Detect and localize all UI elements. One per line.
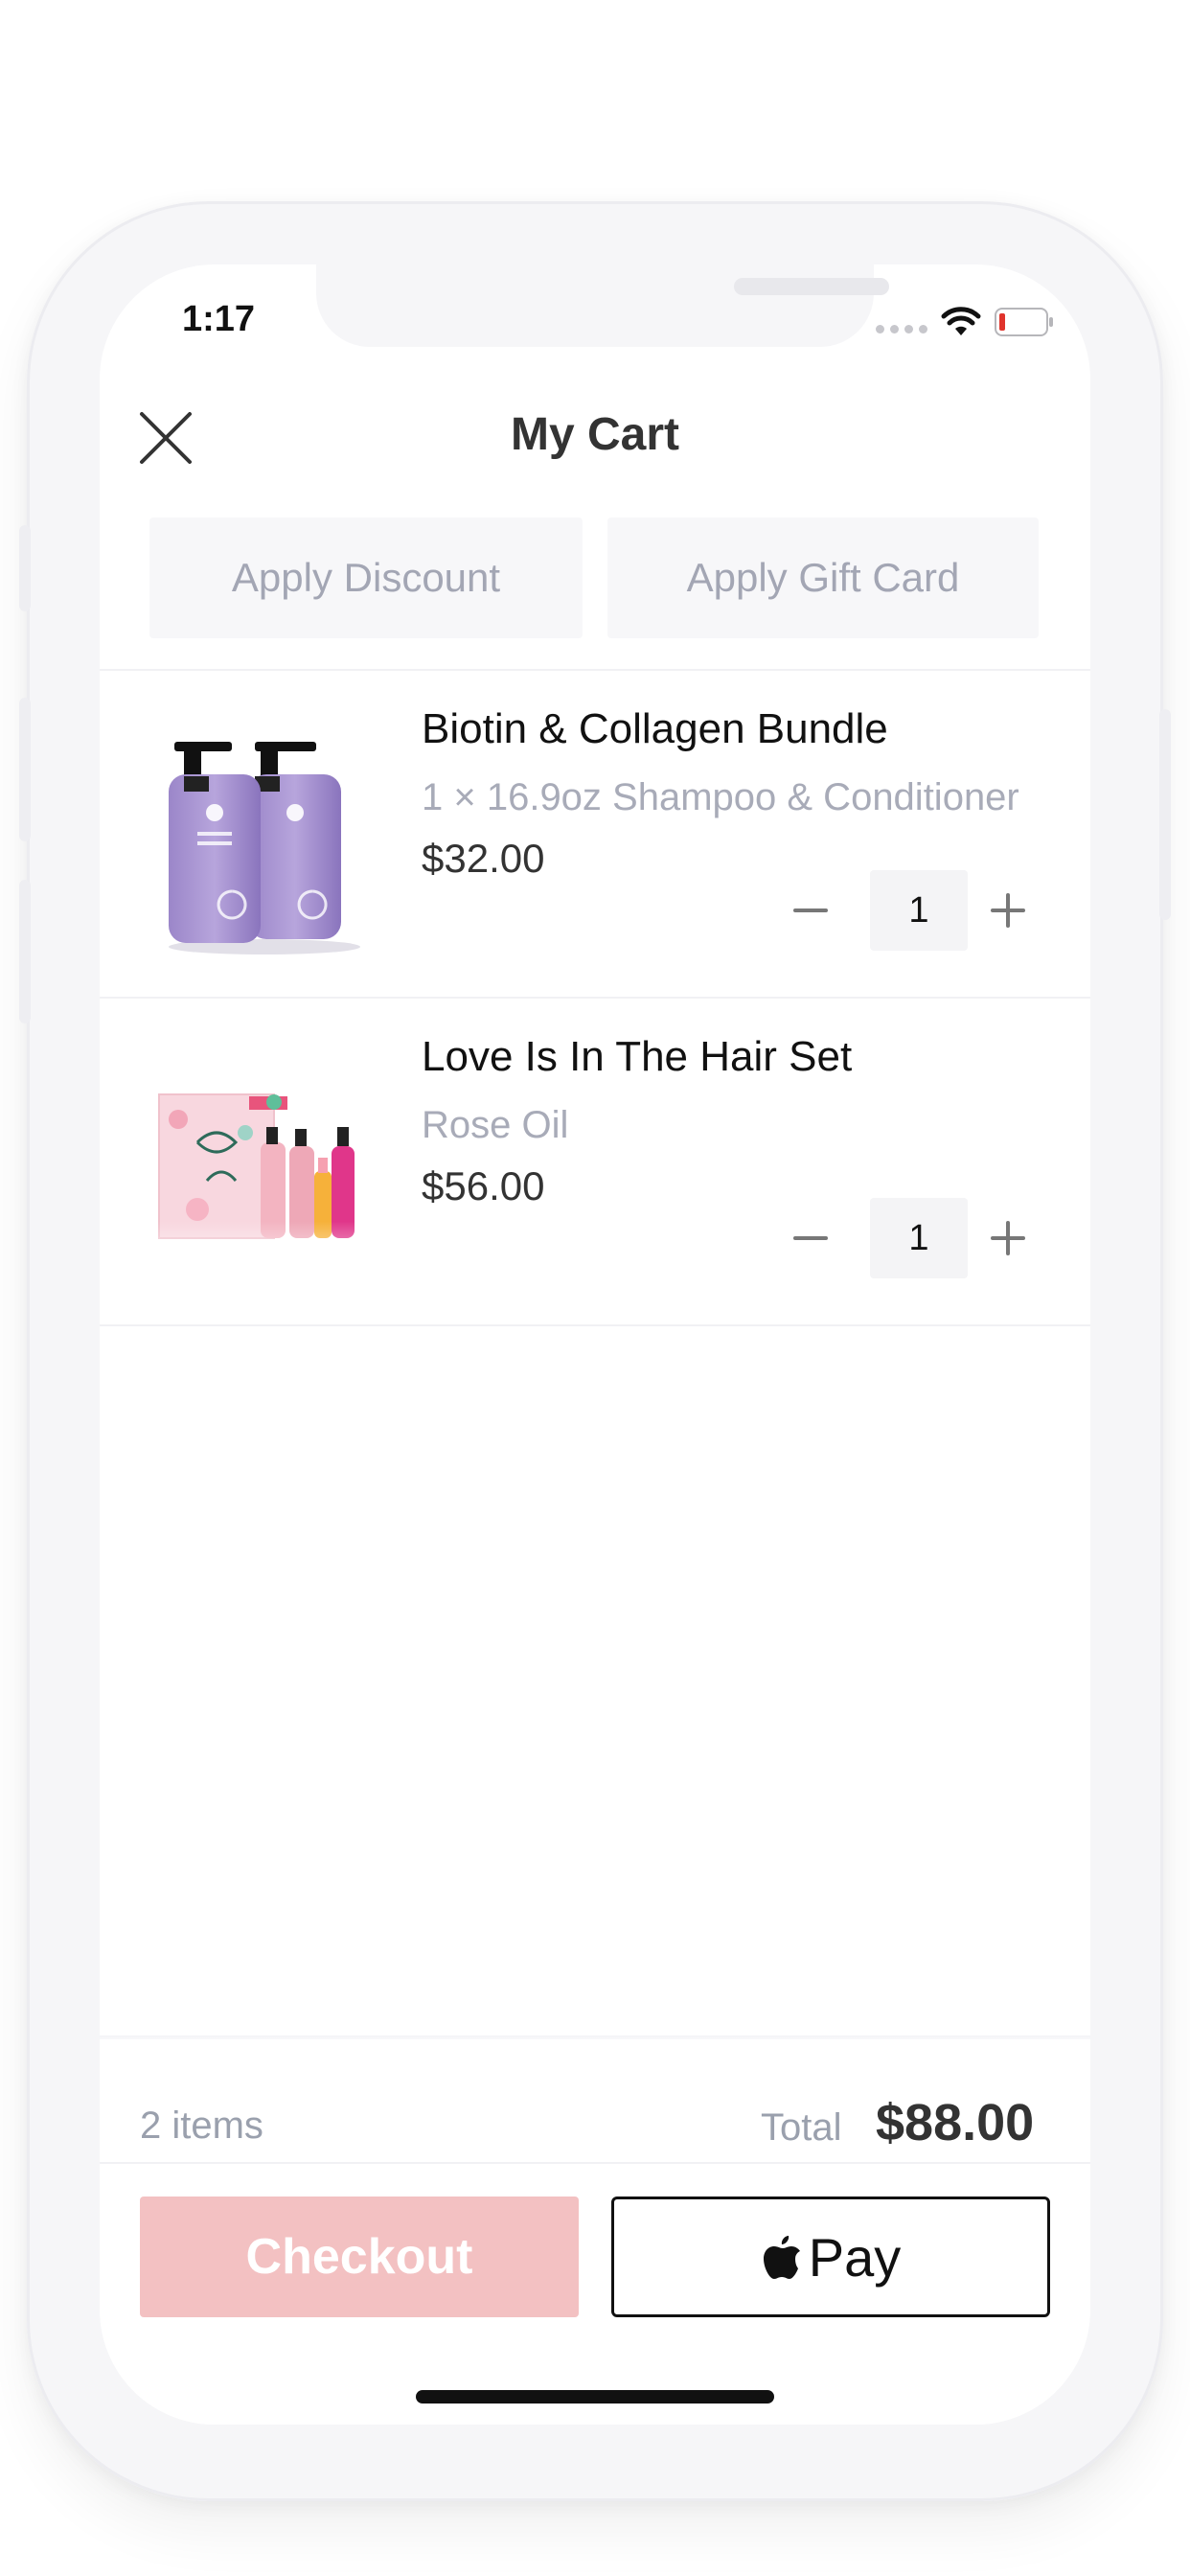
cart-item: Biotin & Collagen Bundle 1 × 16.9oz Sham…: [100, 671, 1090, 997]
items-count: 2 items: [140, 2104, 263, 2147]
item-variant: Rose Oil: [422, 1104, 569, 1146]
page-title: My Cart: [510, 409, 680, 460]
signal-icon: [876, 324, 927, 334]
item-variant: 1 × 16.9oz Shampoo & Conditioner: [422, 776, 1019, 818]
plus-icon: [991, 893, 1025, 928]
minus-icon: [793, 1236, 828, 1240]
power-button: [1159, 709, 1171, 920]
divider: [100, 2162, 1090, 2164]
phone-screen: 1:17 My Cart Apply Discount Apply Gift C…: [100, 264, 1090, 2425]
quantity-stepper: 1: [770, 1198, 1048, 1278]
volume-up-button: [19, 698, 31, 841]
decrease-quantity-button[interactable]: [770, 870, 851, 951]
apply-gift-card-button[interactable]: Apply Gift Card: [607, 518, 1039, 638]
checkout-button[interactable]: Checkout: [140, 2196, 579, 2317]
quantity-value: 1: [870, 1198, 968, 1278]
battery-icon: [995, 308, 1054, 336]
item-price: $32.00: [422, 836, 545, 881]
status-time: 1:17: [182, 299, 256, 339]
app-canvas: 1:17 My Cart Apply Discount Apply Gift C…: [0, 0, 1190, 2576]
notch: [316, 264, 889, 347]
divider: [100, 1324, 1090, 1326]
wifi-icon: [941, 307, 981, 335]
item-price: $56.00: [422, 1163, 545, 1208]
apple-pay-button[interactable]: Pay: [611, 2196, 1050, 2317]
home-indicator[interactable]: [416, 2390, 774, 2404]
total-label: Total: [761, 2106, 842, 2149]
apple-logo-icon: [763, 2236, 800, 2279]
decrease-quantity-button[interactable]: [770, 1198, 851, 1278]
gift-set-image: [149, 1027, 360, 1286]
speaker-grille: [734, 278, 889, 295]
volume-down-button: [19, 880, 31, 1024]
quantity-value: 1: [870, 870, 968, 951]
apply-discount-button[interactable]: Apply Discount: [149, 518, 583, 638]
apple-pay-label: Pay: [808, 2226, 902, 2288]
cart-item: Love Is In The Hair Set Rose Oil $56.00 …: [100, 999, 1090, 1324]
total-value: $88.00: [876, 2094, 1035, 2151]
mute-switch: [19, 525, 31, 611]
item-title[interactable]: Love Is In The Hair Set: [422, 1033, 852, 1081]
item-title[interactable]: Biotin & Collagen Bundle: [422, 705, 888, 753]
status-icons: [876, 303, 1054, 341]
purple-bottles-image: [169, 742, 360, 954]
minus-icon: [793, 908, 828, 912]
quantity-stepper: 1: [770, 870, 1048, 951]
plus-icon: [991, 1221, 1025, 1255]
increase-quantity-button[interactable]: [968, 870, 1048, 951]
increase-quantity-button[interactable]: [968, 1198, 1048, 1278]
